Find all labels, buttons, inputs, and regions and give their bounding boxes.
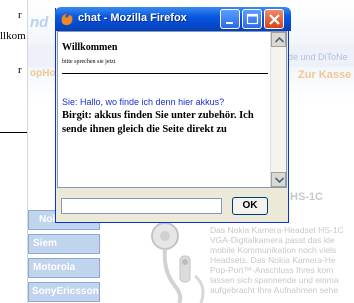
- left-column-text: r: [18, 64, 22, 76]
- chat-scrollbar[interactable]: [270, 32, 286, 187]
- product-title: HS-1C: [290, 191, 324, 203]
- maximize-button[interactable]: [242, 9, 262, 29]
- maximize-icon: [246, 13, 259, 25]
- chat-popup-window: chat - Mozilla Firefox Willkommen bitte …: [55, 7, 291, 223]
- chat-message-user: Sie: Hallo, wo finde ich denn hier akkus…: [62, 97, 225, 107]
- background-left-column: r llkom r: [0, 0, 28, 303]
- minimize-icon: [226, 22, 233, 24]
- sidebar-item-motorola[interactable]: Motorola: [28, 258, 100, 278]
- sidebar-item-siemens[interactable]: Siem: [28, 234, 100, 254]
- product-description: Das Nokia Kamera-Headset HS-1C VGA-Digit…: [210, 225, 344, 295]
- chat-message-agent: Birgit: akkus finden Sie unter zubehör. …: [62, 110, 254, 135]
- cart-link[interactable]: Zur Kasse: [288, 67, 354, 85]
- window-titlebar[interactable]: chat - Mozilla Firefox: [55, 7, 291, 31]
- close-icon: [269, 14, 280, 25]
- window-title: chat - Mozilla Firefox: [78, 12, 187, 24]
- welcome-header: Willkommen bitte sprechen sie jetzt: [62, 40, 268, 74]
- background-logo: nd: [30, 14, 49, 31]
- chevron-down-icon: [275, 177, 284, 183]
- close-button[interactable]: [264, 9, 284, 29]
- scroll-down-button[interactable]: [271, 172, 286, 187]
- welcome-subtitle: bitte sprechen sie jetzt: [62, 59, 116, 65]
- minimize-button[interactable]: [220, 9, 240, 29]
- chevron-up-icon: [275, 37, 284, 43]
- background-shop-link[interactable]: opHo: [30, 68, 56, 79]
- ok-button[interactable]: OK: [232, 197, 268, 215]
- left-column-text: r: [18, 9, 22, 21]
- left-column-divider: [0, 132, 27, 133]
- background-sidebar: Nok Siem Motorola SonyEricsson: [28, 210, 100, 303]
- background-header-text: de und DiToNe: [288, 52, 348, 62]
- message-input[interactable]: [61, 198, 222, 214]
- chat-transcript[interactable]: Willkommen bitte sprechen sie jetzt Sie:…: [57, 31, 287, 188]
- headset-image: [151, 222, 205, 303]
- welcome-title: Willkommen: [62, 42, 118, 53]
- scroll-up-button[interactable]: [271, 32, 286, 47]
- firefox-icon: [60, 12, 74, 26]
- left-column-text: llkom: [0, 30, 26, 42]
- sidebar-item-sonyericsson[interactable]: SonyEricsson: [28, 282, 100, 302]
